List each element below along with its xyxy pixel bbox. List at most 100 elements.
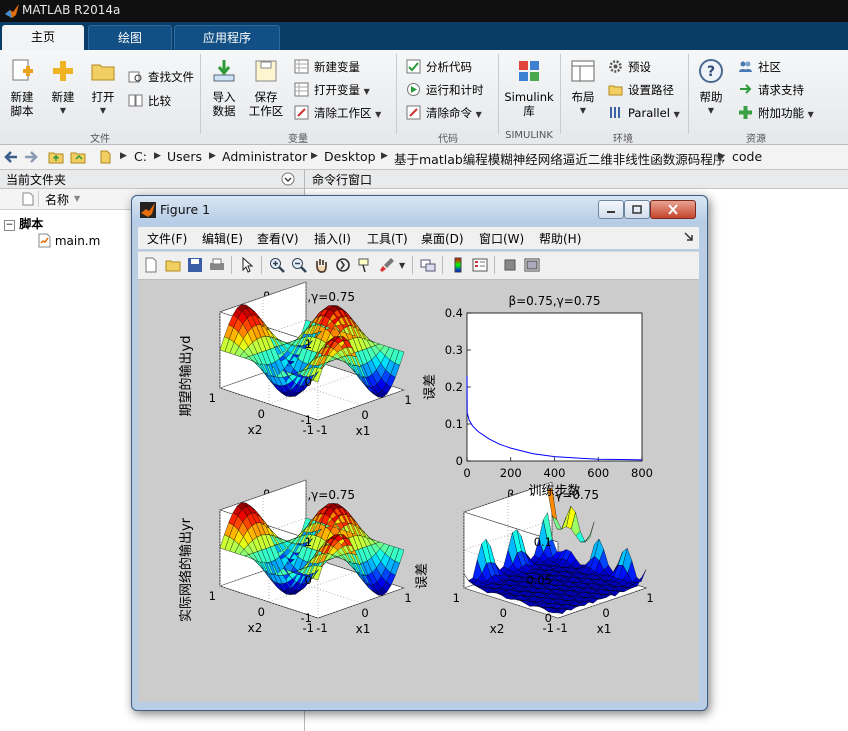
community-button[interactable]: 社区 — [738, 58, 781, 76]
new-script-button[interactable]: 新建 脚本 — [4, 58, 40, 118]
minimize-button[interactable] — [598, 200, 624, 219]
breadcrumb-c[interactable]: C: — [134, 149, 147, 164]
group-label-environment: 环境 — [613, 134, 633, 145]
compare-button[interactable]: 比较 — [128, 92, 171, 110]
parallel-icon — [610, 107, 620, 118]
zoom-out-icon[interactable] — [291, 257, 307, 273]
pointer-icon[interactable] — [239, 257, 255, 273]
name-column-header[interactable]: 名称 — [45, 191, 69, 208]
y-axis-label: 误差 — [423, 374, 438, 400]
figure-toolbar: ▼ — [138, 251, 699, 280]
save-workspace-icon — [255, 60, 277, 82]
tab-home[interactable]: 主页 — [2, 25, 84, 50]
zoom-in-icon[interactable] — [269, 257, 285, 273]
forward-arrow-icon[interactable] — [23, 149, 39, 165]
x-tick-label: 1 — [404, 591, 411, 605]
file-group-scripts[interactable]: − 脚本 — [4, 215, 43, 232]
menu-view[interactable]: 查看(V) — [257, 230, 299, 247]
figure-canvas[interactable]: β=0.75,γ=0.75 -1 0 1 -1 0 1 -1 0 1 x1 x2 期望的输出yd β=0.… — [138, 280, 699, 702]
open-label: 打开 — [91, 90, 115, 104]
request-support-button[interactable]: 请求支持 — [738, 81, 804, 99]
clear-commands-button[interactable]: 清除命令 ▼ — [406, 104, 482, 122]
legend-icon[interactable] — [472, 257, 488, 273]
clear-workspace-icon — [294, 105, 309, 120]
new-button[interactable]: 新建 ▼ — [46, 58, 80, 118]
x-tick-label: 600 — [587, 466, 609, 480]
show-plot-tools-icon[interactable] — [524, 257, 540, 273]
save-workspace-button[interactable]: 保存 工作区 — [246, 58, 286, 118]
colorbar-icon[interactable] — [450, 257, 466, 273]
minimize-icon — [607, 211, 615, 213]
import-data-button[interactable]: 导入 数据 — [206, 58, 242, 118]
hide-plot-tools-icon[interactable] — [502, 257, 518, 273]
import-label-2: 数据 — [212, 104, 236, 118]
parallel-button[interactable]: Parallel ▼ — [608, 104, 680, 122]
preferences-button[interactable]: 预设 — [608, 58, 651, 76]
analyze-code-button[interactable]: 分析代码 — [406, 58, 472, 76]
pan-hand-icon[interactable] — [313, 257, 329, 273]
menu-help[interactable]: 帮助(H) — [539, 230, 581, 247]
help-button[interactable]: ? 帮助 ▼ — [694, 58, 728, 118]
collapse-icon[interactable]: − — [4, 220, 15, 231]
back-arrow-icon[interactable] — [3, 149, 19, 165]
layout-button[interactable]: 布局 ▼ — [566, 58, 600, 118]
up-folder-icon[interactable] — [48, 149, 64, 165]
tab-apps[interactable]: 应用程序 — [174, 25, 280, 51]
browse-folder-icon[interactable] — [70, 149, 86, 165]
new-figure-icon[interactable] — [143, 257, 159, 273]
find-files-button[interactable]: 查找文件 — [128, 68, 194, 86]
run-and-time-button[interactable]: 运行和计时 — [406, 81, 484, 99]
group-label-variable: 变量 — [288, 134, 308, 145]
maximize-button[interactable] — [624, 200, 650, 219]
figure-window[interactable]: Figure 1 文件(F) 编辑(E) 查看(V) 插入(I) 工具(T) 桌… — [131, 195, 708, 711]
brush-caret-icon[interactable]: ▼ — [399, 261, 405, 270]
open-file-icon[interactable] — [165, 257, 181, 273]
x-tick-label: 200 — [500, 466, 522, 480]
menu-insert[interactable]: 插入(I) — [314, 230, 351, 247]
simulink-label-2: 库 — [523, 104, 535, 118]
breadcrumb-administrator[interactable]: Administrator — [222, 149, 307, 164]
simulink-library-button[interactable]: Simulink 库 — [504, 58, 554, 118]
clear-workspace-button[interactable]: 清除工作区 ▼ — [294, 104, 381, 122]
tab-plots[interactable]: 绘图 — [88, 25, 172, 51]
menu-desktop[interactable]: 桌面(D) — [421, 230, 464, 247]
open-button[interactable]: 打开 ▼ — [86, 58, 120, 118]
rotate3d-icon[interactable] — [335, 257, 351, 273]
set-path-button[interactable]: 设置路径 — [608, 81, 674, 99]
path-separator-icon: ▶ — [718, 151, 725, 161]
menu-edit[interactable]: 编辑(E) — [202, 230, 243, 247]
print-icon[interactable] — [209, 257, 225, 273]
breadcrumb-desktop[interactable]: Desktop — [324, 149, 376, 164]
open-variable-button[interactable]: 打开变量 ▼ — [294, 81, 370, 99]
breadcrumb-code[interactable]: code — [732, 149, 762, 164]
figure-title-bar[interactable]: Figure 1 — [132, 196, 707, 224]
menu-file[interactable]: 文件(F) — [147, 230, 187, 247]
menu-window[interactable]: 窗口(W) — [479, 230, 524, 247]
figure-axes-svg[interactable]: β=0.75,γ=0.75-101-101-101x1x2期望的输出ydβ=0.… — [138, 280, 699, 702]
dock-arrow-icon[interactable] — [684, 232, 694, 242]
breadcrumb-project-folder[interactable]: 基于matlab编程模糊神经网络逼近二维非线性函数源码程序 — [394, 149, 725, 168]
new-caret-icon: ▼ — [59, 106, 67, 115]
menu-tools[interactable]: 工具(T) — [367, 230, 408, 247]
file-group-label: 脚本 — [19, 217, 44, 231]
link-plot-icon[interactable] — [420, 257, 436, 273]
path-separator-icon: ▶ — [381, 151, 388, 161]
toolbar-separator — [494, 256, 495, 274]
z-tick-label: 0.1 — [534, 535, 552, 549]
file-name: main.m — [54, 234, 101, 248]
add-ons-button[interactable]: 附加功能 ▼ — [738, 104, 814, 122]
new-variable-button[interactable]: 新建变量 — [294, 58, 360, 76]
import-data-icon — [213, 60, 235, 82]
layout-label: 布局 — [571, 90, 595, 104]
list-item[interactable]: main.m — [38, 233, 100, 248]
breadcrumb-users[interactable]: Users — [167, 149, 202, 164]
matlab-script-file-icon — [38, 233, 51, 248]
close-icon — [668, 204, 678, 215]
close-button[interactable] — [650, 200, 696, 219]
x-tick-label: 0 — [361, 408, 368, 422]
panel-actions-icon[interactable] — [281, 172, 295, 186]
save-icon[interactable] — [187, 257, 203, 273]
x-tick-label: 0 — [463, 466, 470, 480]
data-cursor-icon[interactable] — [357, 257, 373, 273]
brush-icon[interactable] — [379, 257, 395, 273]
